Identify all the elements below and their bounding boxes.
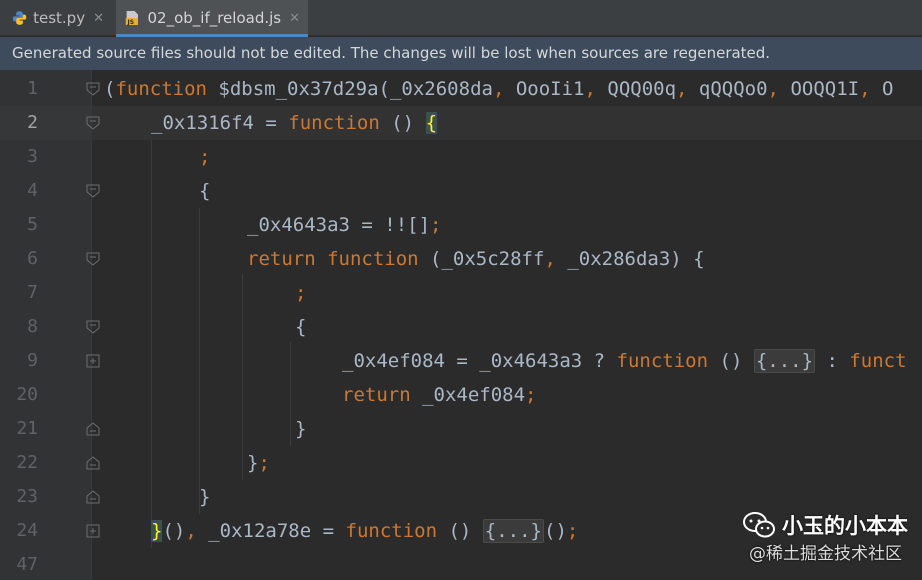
- fold-expand-icon[interactable]: [86, 354, 100, 368]
- fold-end-icon[interactable]: [86, 490, 100, 504]
- code-line: 4 {: [0, 174, 922, 208]
- code-line: 9 _0x4ef084 = _0x4643a3 ? function () {.…: [0, 344, 922, 378]
- code-text: };: [247, 452, 270, 474]
- code-editor[interactable]: 1 (function $dbsm_0x37d29a(_0x2608da, Oo…: [0, 70, 922, 580]
- code-text: {: [199, 180, 211, 202]
- code-text: _0x4643a3 = !![];: [247, 214, 442, 236]
- line-number: 47: [16, 554, 38, 575]
- code-line: 2 _0x1316f4 = function () {: [0, 106, 922, 140]
- code-line: 1 (function $dbsm_0x37d29a(_0x2608da, Oo…: [0, 72, 922, 106]
- code-line: 3 ;: [0, 140, 922, 174]
- matched-brace: }: [151, 520, 163, 542]
- line-number: 22: [16, 452, 38, 473]
- fold-open-icon[interactable]: [86, 116, 100, 130]
- fold-end-icon[interactable]: [86, 422, 100, 436]
- tab-test-py[interactable]: test.py ✕: [4, 0, 112, 36]
- tab-02-ob-if-reload-js[interactable]: JS 02_ob_if_reload.js ✕: [116, 0, 308, 37]
- fold-open-icon[interactable]: [86, 252, 100, 266]
- svg-text:JS: JS: [126, 19, 134, 26]
- tab-label: test.py: [33, 9, 86, 27]
- python-file-icon: [12, 11, 27, 25]
- code-text: return function (_0x5c28ff, _0x286da3) {: [247, 248, 705, 270]
- wechat-icon: [743, 512, 775, 538]
- js-file-icon: JS: [125, 11, 138, 26]
- code-text: }: [295, 418, 307, 440]
- matched-brace: {: [425, 112, 438, 134]
- generated-file-warning-banner: Generated source files should not be edi…: [0, 37, 922, 70]
- line-number: 1: [27, 78, 38, 99]
- code-line: 7 ;: [0, 276, 922, 310]
- code-text: (function $dbsm_0x37d29a(_0x2608da, OooI…: [104, 78, 894, 100]
- code-line: 22 };: [0, 446, 922, 480]
- close-tab-icon[interactable]: ✕: [93, 11, 104, 26]
- line-number: 9: [27, 350, 38, 371]
- line-number: 7: [27, 282, 38, 303]
- code-text: }(), _0x12a78e = function () {...} ();: [151, 519, 579, 543]
- fold-expand-icon[interactable]: [86, 524, 100, 538]
- code-line: 21 }: [0, 412, 922, 446]
- line-number: 4: [27, 180, 38, 201]
- fold-open-icon[interactable]: [86, 82, 100, 96]
- editor-tab-bar: test.py ✕ JS 02_ob_if_reload.js ✕: [0, 0, 922, 37]
- collapsed-region[interactable]: {...}: [753, 349, 816, 373]
- fold-open-icon[interactable]: [86, 184, 100, 198]
- line-number: 6: [27, 248, 38, 269]
- line-number: 24: [16, 520, 38, 541]
- collapsed-region[interactable]: {...}: [482, 519, 544, 543]
- line-number: 20: [16, 384, 38, 405]
- code-text: return _0x4ef084;: [342, 384, 537, 406]
- code-line: 8 {: [0, 310, 922, 344]
- fold-open-icon[interactable]: [86, 320, 100, 334]
- code-text: _0x4ef084 = _0x4643a3 ? function () {...…: [342, 349, 907, 373]
- line-number: 23: [16, 486, 38, 507]
- code-line: 6 return function (_0x5c28ff, _0x286da3)…: [0, 242, 922, 276]
- fold-end-icon[interactable]: [86, 456, 100, 470]
- watermark-site: @稀土掘金技术社区: [749, 544, 902, 564]
- line-number: 3: [27, 146, 38, 167]
- code-line: 5 _0x4643a3 = !![];: [0, 208, 922, 242]
- code-line: 23 }: [0, 480, 922, 514]
- line-number: 8: [27, 316, 38, 337]
- watermark: 小玉的小本本: [742, 510, 908, 540]
- code-line: 20 return _0x4ef084;: [0, 378, 922, 412]
- tab-label: 02_ob_if_reload.js: [147, 9, 282, 27]
- line-number: 5: [27, 214, 38, 235]
- code-text: }: [199, 486, 211, 508]
- line-number: 21: [16, 418, 38, 439]
- code-text: {: [295, 316, 307, 338]
- code-text: ;: [199, 146, 211, 168]
- watermark-name: 小玉的小本本: [782, 514, 908, 538]
- code-text: _0x1316f4 = function () {: [151, 112, 438, 134]
- close-tab-icon[interactable]: ✕: [289, 11, 300, 26]
- code-text: ;: [295, 282, 307, 304]
- line-number: 2: [27, 112, 38, 133]
